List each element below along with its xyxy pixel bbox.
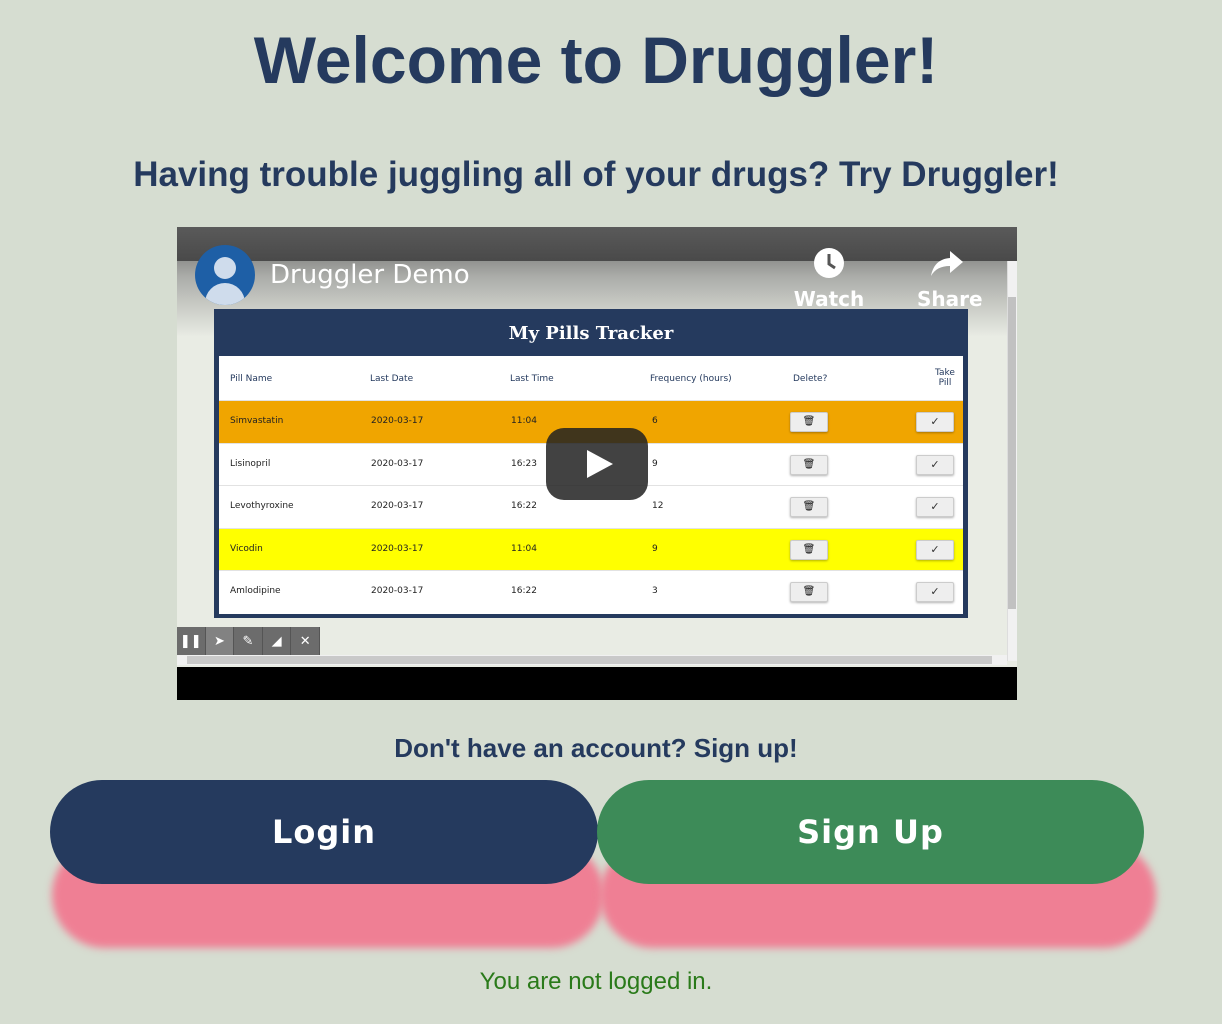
avatar-head [214, 257, 236, 279]
last-date-cell: 2020-03-17 [371, 586, 424, 596]
share-arrow-icon [931, 251, 963, 276]
video-title[interactable]: Druggler Demo [270, 260, 470, 290]
highlighter-icon[interactable]: ◢ [263, 627, 292, 655]
column-header: Pill Name [230, 374, 273, 384]
pill-name-cell: Amlodipine [230, 586, 281, 596]
take-pill-check-icon[interactable]: ✓ [916, 497, 954, 517]
last-date-cell: 2020-03-17 [371, 458, 424, 469]
last-time-cell: 16:23 [511, 458, 537, 469]
play-button[interactable] [546, 428, 648, 500]
pill-name-cell: Simvastatin [230, 416, 284, 426]
annotation-toolbar: ❚❚ ➤ ✎ ◢ ✕ [177, 627, 320, 655]
page-subtitle: Having trouble juggling all of your drug… [133, 155, 1059, 194]
signup-prompt: Don't have an account? Sign up! [394, 733, 798, 763]
clock-icon [814, 248, 844, 278]
pen-icon[interactable]: ✎ [234, 627, 263, 655]
frequency-cell: 9 [652, 458, 658, 469]
take-pill-check-icon[interactable]: ✓ [916, 582, 954, 602]
column-header: Delete? [793, 374, 828, 384]
avatar-body [205, 283, 245, 305]
share-button[interactable]: Share [917, 247, 983, 311]
pill-name-cell: Lisinopril [230, 458, 271, 469]
last-time-cell: 16:22 [511, 501, 537, 511]
trash-icon[interactable]: 🗑 [790, 497, 828, 517]
last-time-cell: 16:22 [511, 586, 537, 596]
login-status: You are not logged in. [479, 968, 713, 995]
share-label: Share [917, 287, 983, 311]
frequency-cell: 6 [652, 416, 658, 426]
column-header: Take Pill [935, 368, 955, 388]
column-header: Last Date [370, 374, 414, 384]
frequency-cell: 9 [652, 543, 658, 554]
trash-icon[interactable]: 🗑 [790, 539, 828, 560]
trash-icon[interactable]: 🗑 [790, 582, 828, 602]
close-icon[interactable]: ✕ [291, 627, 320, 655]
take-pill-check-icon[interactable]: ✓ [916, 412, 954, 432]
video-horizontal-scrollbar-thumb [187, 656, 992, 664]
pill-name-cell: Vicodin [230, 543, 263, 554]
table-header-row: Pill Name Last Date Last Time Frequency … [219, 356, 963, 400]
column-header: Frequency (hours) [650, 374, 732, 384]
trash-icon[interactable]: 🗑 [790, 412, 828, 432]
column-header: Last Time [510, 374, 554, 384]
last-time-cell: 11:04 [511, 416, 537, 426]
login-button[interactable]: Login [50, 780, 598, 884]
play-icon [587, 450, 613, 478]
trash-icon[interactable]: 🗑 [790, 454, 828, 475]
frequency-cell: 3 [652, 586, 658, 596]
signup-button[interactable]: Sign Up [597, 780, 1144, 884]
last-time-cell: 11:04 [511, 543, 537, 554]
last-date-cell: 2020-03-17 [371, 501, 424, 511]
table-row: Vicodin 2020-03-17 11:04 9 🗑 ✓ [219, 527, 963, 571]
last-date-cell: 2020-03-17 [371, 543, 424, 554]
frequency-cell: 12 [652, 501, 664, 511]
demo-video-player[interactable]: Druggler Demo Watch later Share My Pills… [177, 227, 1017, 700]
last-date-cell: 2020-03-17 [371, 416, 424, 426]
page-title: Welcome to Druggler! [253, 23, 939, 97]
take-pill-check-icon[interactable]: ✓ [916, 454, 954, 475]
take-pill-check-icon[interactable]: ✓ [916, 539, 954, 560]
table-row: Amlodipine 2020-03-17 16:22 3 🗑 ✓ [219, 570, 963, 613]
pause-icon[interactable]: ❚❚ [177, 627, 206, 655]
pointer-icon[interactable]: ➤ [205, 627, 235, 655]
channel-avatar[interactable] [195, 245, 255, 305]
pill-name-cell: Levothyroxine [230, 501, 294, 511]
video-vertical-scrollbar-thumb [1008, 297, 1016, 609]
tracker-title: My Pills Tracker [508, 323, 674, 344]
